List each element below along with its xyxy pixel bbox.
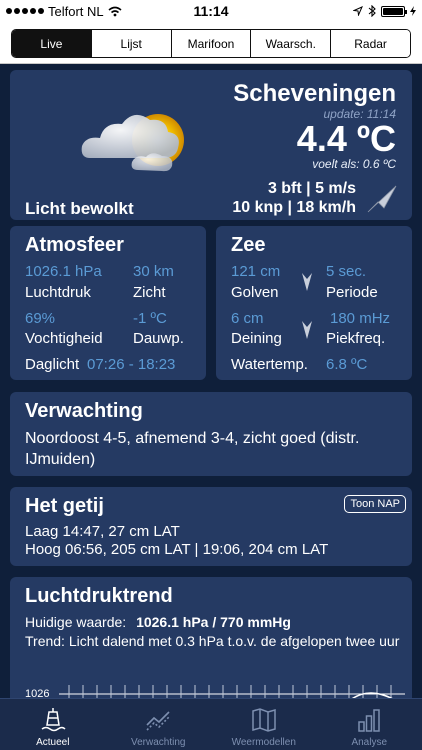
pressure-trend-chart: 1026 (25, 685, 405, 698)
peakfreq-value: 180 mHz (330, 310, 391, 327)
buoy-icon (41, 708, 66, 732)
tab-actueel-label: Actueel (36, 737, 70, 748)
tab-analyse[interactable]: Analyse (317, 699, 422, 750)
segment-lijst[interactable]: Lijst (91, 30, 172, 57)
pressure-value: 1026.1 hPa (25, 263, 102, 280)
visibility-label: Zicht (133, 284, 166, 301)
watertemp-label: Watertemp. (231, 356, 308, 373)
partly-cloudy-icon (81, 114, 184, 172)
status-bar: Telfort NL 11:14 (0, 0, 422, 22)
segment-live[interactable]: Live (12, 30, 92, 57)
wind-bft-ms: 3 bft | 5 m/s (267, 180, 356, 197)
tab-verwachting-label: Verwachting (131, 737, 186, 748)
swell-value: 6 cm (231, 310, 264, 327)
dewpoint-value: -1 ºC (133, 310, 167, 327)
tab-actueel[interactable]: Actueel (0, 699, 106, 750)
peakfreq-label: Piekfreq. (326, 330, 386, 347)
dewpoint-label: Dauwp. (133, 330, 184, 347)
swell-direction-icon (302, 321, 312, 339)
pressure-trend-card[interactable]: Luchtdruktrend Huidige waarde: 1026.1 hP… (10, 577, 412, 698)
temperature: 4.4 ºC (296, 118, 396, 159)
tab-weermodellen-label: Weermodellen (231, 737, 296, 748)
forecast-title: Verwachting (25, 400, 143, 422)
humidity-label: Vochtigheid (25, 330, 103, 347)
visibility-value: 30 km (133, 263, 174, 280)
pressure-trend-title: Luchtdruktrend (25, 585, 173, 607)
location-name: Scheveningen (233, 80, 396, 107)
current-weather-card: Scheveningen update: 11:14 4.4 ºC voelt … (10, 70, 412, 220)
pressure-label: Luchtdruk (25, 284, 91, 301)
watertemp-value: 6.8 ºC (326, 356, 368, 373)
map-icon (252, 708, 276, 732)
tab-analyse-label: Analyse (351, 737, 388, 748)
charging-icon (410, 6, 416, 16)
sea-card: Zee 121 cm Golven 5 sec. Periode 6 cm De… (216, 226, 412, 380)
period-value: 5 sec. (326, 263, 367, 280)
pressure-trend-text: Trend: Licht dalend met 0.3 hPa t.o.v. d… (25, 633, 400, 649)
tide-low: Laag 14:47, 27 cm LAT (25, 523, 180, 540)
segment-radar[interactable]: Radar (331, 30, 410, 57)
current-pressure-value: 1026.1 hPa / 770 mmHg (136, 614, 291, 630)
segmented-control: Live Lijst Marifoon Waarsch. Radar (11, 29, 411, 58)
weather-description: Licht bewolkt (25, 199, 134, 218)
atmosphere-card: Atmosfeer 1026.1 hPa Luchtdruk 30 km Zic… (10, 226, 206, 380)
trend-chart-icon (146, 711, 170, 731)
atmosphere-title: Atmosfeer (25, 234, 124, 256)
feels-like: voelt als: 0.6 ºC (312, 157, 396, 171)
humidity-value: 69% (25, 310, 56, 327)
forecast-text: Noordoost 4-5, afnemend 3-4, zicht goed … (25, 430, 360, 468)
trend-plot (59, 685, 405, 698)
tide-high: Hoog 06:56, 205 cm LAT | 19:06, 204 cm L… (25, 541, 329, 558)
segment-waarsch[interactable]: Waarsch. (251, 30, 332, 57)
wave-direction-icon (302, 273, 312, 291)
tab-weermodellen[interactable]: Weermodellen (211, 699, 317, 750)
sea-title: Zee (231, 234, 266, 256)
segment-marifoon[interactable]: Marifoon (171, 30, 252, 57)
daylight-label: Daglicht (25, 356, 80, 373)
daylight-value: 07:26 - 18:23 (87, 356, 176, 373)
location-icon (353, 6, 363, 16)
bar-chart-icon (358, 709, 380, 732)
current-pressure: Huidige waarde: 1026.1 hPa / 770 mmHg (25, 614, 291, 630)
bluetooth-icon (368, 5, 376, 17)
swell-label: Deining (231, 330, 282, 347)
trend-axis-label: 1026 (25, 688, 50, 698)
tide-card: Het getij Toon NAP Laag 14:47, 27 cm LAT… (10, 487, 412, 566)
battery-icon (381, 5, 407, 17)
waves-value: 121 cm (231, 263, 281, 280)
forecast-card[interactable]: Verwachting Noordoost 4-5, afnemend 3-4,… (10, 392, 412, 476)
status-icons (353, 5, 416, 17)
waves-label: Golven (231, 284, 279, 301)
wind-direction-icon (367, 185, 397, 213)
tab-verwachting[interactable]: Verwachting (106, 699, 212, 750)
show-nap-button[interactable]: Toon NAP (344, 495, 406, 513)
tide-title: Het getij (25, 495, 104, 517)
wind-knp-kmh: 10 knp | 18 km/h (232, 199, 356, 216)
tab-bar: Actueel Verwachting Weermodellen Analyse (0, 698, 422, 750)
nav-bar: Live Lijst Marifoon Waarsch. Radar (0, 22, 422, 64)
scroll-content[interactable]: Scheveningen update: 11:14 4.4 ºC voelt … (0, 64, 422, 698)
period-label: Periode (326, 284, 378, 301)
current-pressure-label: Huidige waarde: (25, 614, 127, 630)
